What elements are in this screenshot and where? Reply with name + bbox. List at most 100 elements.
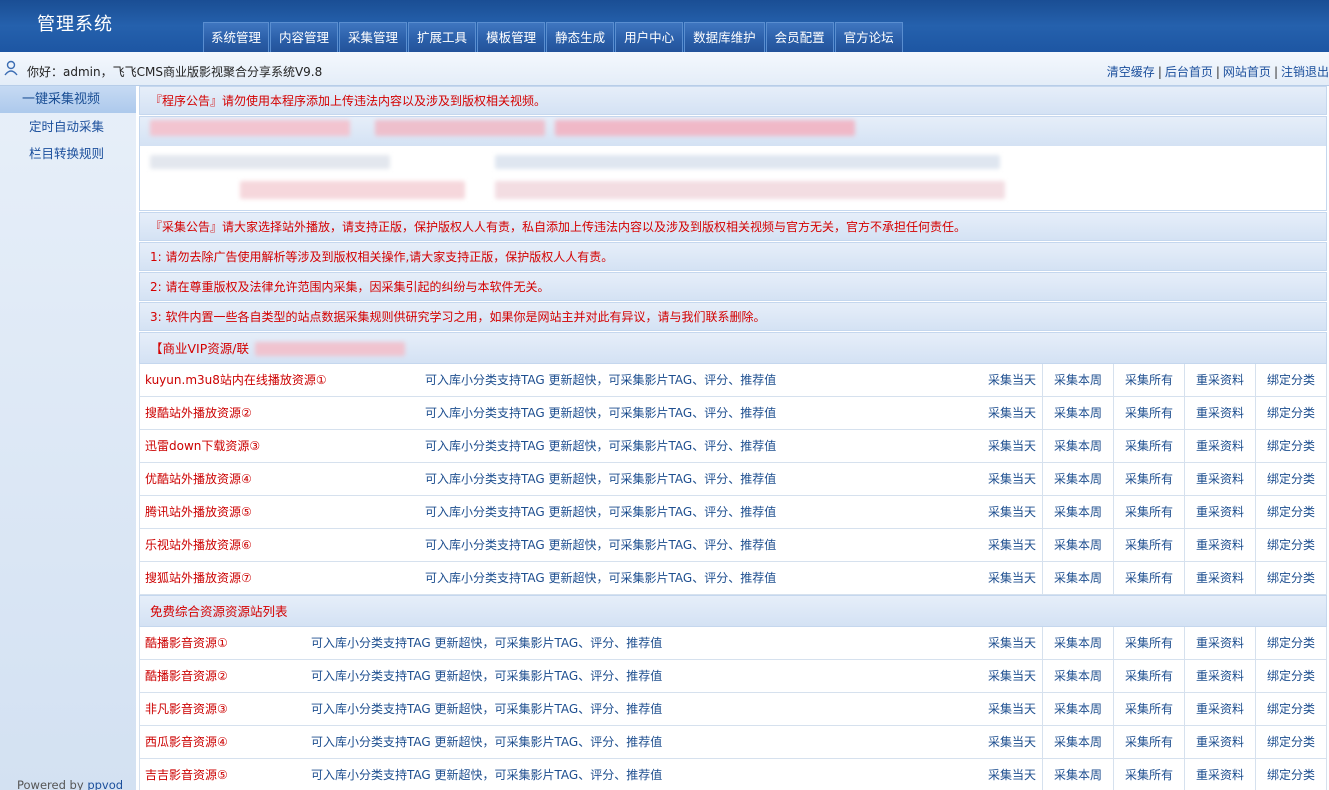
collect-week-button[interactable]: 采集本周: [1042, 397, 1113, 429]
collect-week-button[interactable]: 采集本周: [1042, 693, 1113, 725]
collect-all-button[interactable]: 采集所有: [1113, 660, 1184, 692]
recollect-button[interactable]: 重采资料: [1184, 430, 1255, 462]
bind-category-button[interactable]: 绑定分类: [1255, 463, 1326, 495]
bind-category-button[interactable]: 绑定分类: [1255, 529, 1326, 561]
collect-week-button[interactable]: 采集本周: [1042, 496, 1113, 528]
blur-block: [150, 155, 390, 169]
resource-desc: 可入库小分类支持TAG 更新超快，可采集影片TAG、评分、推荐值: [311, 768, 663, 782]
collect-week-button[interactable]: 采集本周: [1042, 759, 1113, 790]
recollect-button[interactable]: 重采资料: [1184, 562, 1255, 594]
table-row: 搜狐站外播放资源⑦ 可入库小分类支持TAG 更新超快，可采集影片TAG、评分、推…: [139, 562, 1327, 595]
collect-today-button[interactable]: 采集当天: [982, 529, 1042, 561]
bind-category-button[interactable]: 绑定分类: [1255, 726, 1326, 758]
nav-database[interactable]: 数据库维护: [684, 22, 765, 52]
collect-today-button[interactable]: 采集当天: [982, 496, 1042, 528]
nav-user[interactable]: 用户中心: [615, 22, 684, 52]
resource-name[interactable]: 搜狐站外播放资源⑦: [145, 562, 252, 595]
collect-all-button[interactable]: 采集所有: [1113, 430, 1184, 462]
nav-collect[interactable]: 采集管理: [339, 22, 408, 52]
resource-name[interactable]: 迅雷down下载资源③: [145, 430, 260, 463]
site-home-link[interactable]: 网站首页: [1223, 65, 1271, 79]
collect-week-button[interactable]: 采集本周: [1042, 364, 1113, 396]
resource-name[interactable]: 优酷站外播放资源④: [145, 463, 252, 496]
recollect-button[interactable]: 重采资料: [1184, 496, 1255, 528]
collect-all-button[interactable]: 采集所有: [1113, 463, 1184, 495]
resource-name[interactable]: 酷播影音资源①: [145, 627, 228, 660]
collect-week-button[interactable]: 采集本周: [1042, 463, 1113, 495]
resource-name[interactable]: 酷播影音资源②: [145, 660, 228, 693]
collect-all-button[interactable]: 采集所有: [1113, 364, 1184, 396]
nav-forum[interactable]: 官方论坛: [834, 22, 903, 52]
logout-link[interactable]: 注销退出: [1281, 65, 1329, 79]
collect-week-button[interactable]: 采集本周: [1042, 562, 1113, 594]
collect-all-button[interactable]: 采集所有: [1113, 397, 1184, 429]
collect-week-button[interactable]: 采集本周: [1042, 430, 1113, 462]
collect-today-button[interactable]: 采集当天: [982, 364, 1042, 396]
collect-week-button[interactable]: 采集本周: [1042, 627, 1113, 659]
collect-today-button[interactable]: 采集当天: [982, 693, 1042, 725]
collect-week-button[interactable]: 采集本周: [1042, 726, 1113, 758]
nav-member[interactable]: 会员配置: [765, 22, 834, 52]
blur-block: [255, 342, 405, 356]
recollect-button[interactable]: 重采资料: [1184, 463, 1255, 495]
recollect-button[interactable]: 重采资料: [1184, 693, 1255, 725]
collect-all-button[interactable]: 采集所有: [1113, 759, 1184, 790]
collect-all-button[interactable]: 采集所有: [1113, 627, 1184, 659]
collect-today-button[interactable]: 采集当天: [982, 726, 1042, 758]
recollect-button[interactable]: 重采资料: [1184, 660, 1255, 692]
nav-static[interactable]: 静态生成: [546, 22, 615, 52]
resource-name[interactable]: kuyun.m3u8站内在线播放资源①: [145, 364, 327, 397]
bind-category-button[interactable]: 绑定分类: [1255, 562, 1326, 594]
bind-category-button[interactable]: 绑定分类: [1255, 660, 1326, 692]
collect-all-button[interactable]: 采集所有: [1113, 562, 1184, 594]
vip-section-heading: 【商业VIP资源/联: [139, 332, 1327, 364]
collect-today-button[interactable]: 采集当天: [982, 759, 1042, 790]
sidebar-item-one-click-collect[interactable]: 一键采集视频: [0, 86, 136, 113]
table-row: 迅雷down下载资源③ 可入库小分类支持TAG 更新超快，可采集影片TAG、评分…: [139, 430, 1327, 463]
notice-2: 2: 请在尊重版权及法律允许范围内采集，因采集引起的纠纷与本软件无关。: [139, 272, 1327, 301]
bind-category-button[interactable]: 绑定分类: [1255, 430, 1326, 462]
collect-all-button[interactable]: 采集所有: [1113, 529, 1184, 561]
collect-today-button[interactable]: 采集当天: [982, 660, 1042, 692]
collect-all-button[interactable]: 采集所有: [1113, 693, 1184, 725]
bind-category-button[interactable]: 绑定分类: [1255, 759, 1326, 790]
sidebar-item-category-rules[interactable]: 栏目转换规则: [0, 140, 136, 167]
collect-all-button[interactable]: 采集所有: [1113, 496, 1184, 528]
bind-category-button[interactable]: 绑定分类: [1255, 364, 1326, 396]
recollect-button[interactable]: 重采资料: [1184, 726, 1255, 758]
nav-template[interactable]: 模板管理: [477, 22, 546, 52]
blur-block: [495, 155, 1000, 169]
collect-today-button[interactable]: 采集当天: [982, 397, 1042, 429]
clear-cache-link[interactable]: 清空缓存: [1107, 65, 1155, 79]
collect-week-button[interactable]: 采集本周: [1042, 660, 1113, 692]
bind-category-button[interactable]: 绑定分类: [1255, 397, 1326, 429]
sidebar-item-scheduled-collect[interactable]: 定时自动采集: [0, 113, 136, 140]
resource-name[interactable]: 腾讯站外播放资源⑤: [145, 496, 252, 529]
recollect-button[interactable]: 重采资料: [1184, 759, 1255, 790]
bind-category-button[interactable]: 绑定分类: [1255, 496, 1326, 528]
resource-name[interactable]: 西瓜影音资源④: [145, 726, 228, 759]
recollect-button[interactable]: 重采资料: [1184, 364, 1255, 396]
bind-category-button[interactable]: 绑定分类: [1255, 693, 1326, 725]
nav-system[interactable]: 系统管理: [203, 22, 270, 52]
collect-week-button[interactable]: 采集本周: [1042, 529, 1113, 561]
bind-category-button[interactable]: 绑定分类: [1255, 627, 1326, 659]
collect-today-button[interactable]: 采集当天: [982, 430, 1042, 462]
powered-link[interactable]: ppvod: [87, 778, 123, 790]
user-icon: [4, 60, 18, 76]
nav-content[interactable]: 内容管理: [270, 22, 339, 52]
recollect-button[interactable]: 重采资料: [1184, 529, 1255, 561]
collect-today-button[interactable]: 采集当天: [982, 562, 1042, 594]
recollect-button[interactable]: 重采资料: [1184, 627, 1255, 659]
collect-today-button[interactable]: 采集当天: [982, 627, 1042, 659]
collect-all-button[interactable]: 采集所有: [1113, 726, 1184, 758]
nav-extension[interactable]: 扩展工具: [408, 22, 477, 52]
resource-name[interactable]: 非凡影音资源③: [145, 693, 228, 726]
resource-name[interactable]: 搜酷站外播放资源②: [145, 397, 252, 430]
admin-home-link[interactable]: 后台首页: [1165, 65, 1213, 79]
resource-name[interactable]: 吉吉影音资源⑤: [145, 759, 228, 790]
collect-today-button[interactable]: 采集当天: [982, 463, 1042, 495]
recollect-button[interactable]: 重采资料: [1184, 397, 1255, 429]
resource-name[interactable]: 乐视站外播放资源⑥: [145, 529, 252, 562]
info-bar: 你好：admin，飞飞CMS商业版影视聚合分享系统V9.8 清空缓存 | 后台首页 |…: [0, 52, 1329, 86]
